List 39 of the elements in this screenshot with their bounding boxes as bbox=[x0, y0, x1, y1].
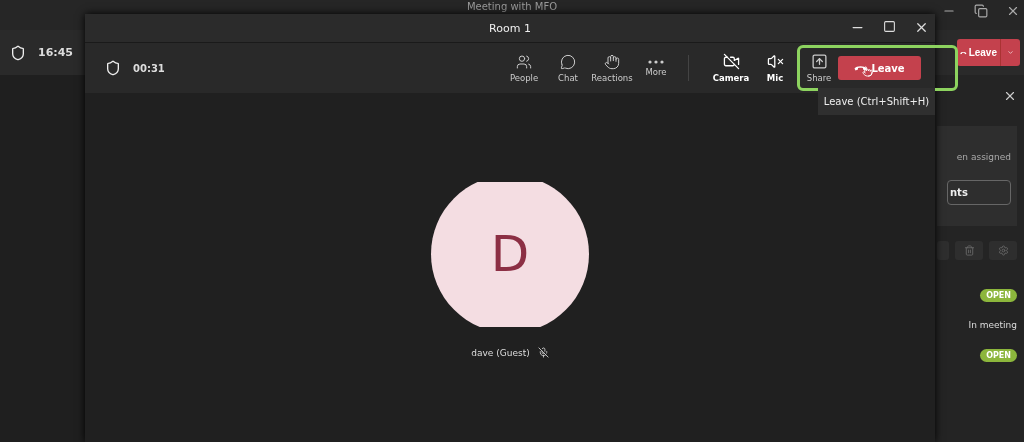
shield-icon bbox=[10, 44, 26, 61]
speaker-muted-icon bbox=[766, 53, 784, 70]
more-icon bbox=[648, 59, 664, 64]
toolbar-button[interactable]: Reactions bbox=[590, 48, 634, 88]
shield-icon bbox=[105, 60, 121, 76]
toolbar-button[interactable]: More bbox=[634, 48, 678, 88]
share-icon bbox=[810, 53, 828, 70]
status-text: In meeting bbox=[968, 320, 1017, 330]
card-text: en assigned bbox=[956, 152, 1011, 162]
toolbar-button[interactable]: People bbox=[502, 48, 546, 88]
toolbar-button[interactable]: Share bbox=[803, 48, 835, 88]
status-badge: OPEN bbox=[980, 288, 1017, 302]
camera-off-icon bbox=[722, 53, 740, 70]
phone-icon bbox=[960, 50, 967, 55]
trash-icon bbox=[963, 245, 975, 256]
toolbar-button[interactable]: Chat bbox=[546, 48, 590, 88]
close-icon[interactable] bbox=[1006, 4, 1020, 18]
status-badge: OPEN bbox=[980, 348, 1017, 362]
close-icon[interactable] bbox=[914, 20, 929, 35]
tooltip: Leave (Ctrl+Shift+H) bbox=[818, 88, 935, 115]
chat-icon bbox=[560, 53, 576, 70]
phone-icon bbox=[854, 65, 868, 71]
leave-button[interactable]: Leave bbox=[838, 56, 921, 80]
meeting-time: 16:45 bbox=[38, 46, 73, 59]
leave-button[interactable]: Leave bbox=[957, 39, 1000, 66]
restore-icon[interactable] bbox=[974, 4, 988, 18]
toolbar-button[interactable]: Mic bbox=[753, 48, 797, 88]
maximize-icon[interactable] bbox=[883, 20, 896, 33]
participant-name: dave (Guest) bbox=[471, 347, 530, 358]
toolbar-button[interactable]: Camera bbox=[709, 48, 753, 88]
people-icon bbox=[516, 53, 532, 70]
call-timer: 00:31 bbox=[133, 62, 165, 74]
settings-icon bbox=[997, 245, 1009, 256]
window-title: Room 1 bbox=[489, 21, 531, 35]
avatar-initial: D bbox=[490, 225, 530, 283]
card-button[interactable]: nts bbox=[947, 180, 1011, 205]
close-icon[interactable] bbox=[1003, 89, 1017, 103]
hand-icon bbox=[604, 53, 620, 70]
window-title: Meeting with MFO bbox=[466, 0, 558, 13]
